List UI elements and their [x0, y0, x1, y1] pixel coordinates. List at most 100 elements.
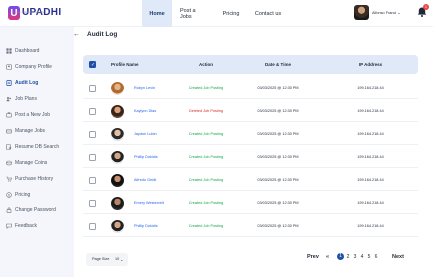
action-text: Created Job Posting: [188, 86, 224, 90]
sidebar-item-pricing[interactable]: $ Pricing: [6, 190, 30, 200]
row-checkbox[interactable]: [89, 154, 96, 161]
top-header: U UPADHI Your bridge to excellence Home …: [0, 0, 433, 27]
select-all-checkbox[interactable]: [89, 61, 96, 68]
ip-address: 199.164.218.44: [357, 178, 384, 182]
table-row: Phillip Dokidis Created Job Posting 03/0…: [83, 147, 418, 168]
sidebar-item-feedback[interactable]: Feedback: [6, 221, 37, 231]
page-2-button[interactable]: 2: [345, 254, 351, 260]
sidebar-item-manage-jobs[interactable]: Manage Jobs: [6, 126, 45, 136]
date-time: 03/03/2025 @ 12:30 PM: [257, 178, 299, 182]
nav-post-jobs[interactable]: Post a Jobs: [172, 0, 216, 27]
pricing-icon: $: [6, 192, 12, 198]
avatar: [111, 174, 124, 187]
profile-name[interactable]: Phillip Dokidis: [134, 224, 158, 228]
sidebar-item-label: Feedback: [15, 223, 37, 229]
nav-pricing[interactable]: Pricing: [216, 0, 246, 27]
back-arrow-icon[interactable]: ←: [73, 31, 80, 38]
main-nav: Home Post a Jobs Pricing Contact us: [142, 0, 290, 27]
sidebar-item-company-profile[interactable]: Company Profile: [6, 62, 52, 72]
sidebar-item-label: Post a New Job: [15, 112, 51, 118]
action-text: Created Job Posting: [188, 178, 224, 182]
profile-name[interactable]: Jaydon Lubin: [134, 132, 157, 136]
purchase-history-icon: [6, 176, 12, 182]
row-checkbox[interactable]: [89, 177, 96, 184]
sidebar-item-label: Change Password: [15, 207, 56, 213]
row-checkbox[interactable]: [89, 200, 96, 207]
user-menu[interactable]: Alfonso Franci ⌄: [354, 5, 401, 20]
table-row: Robyn Levin Created Job Posting 03/03/20…: [83, 78, 418, 99]
profile-icon: [6, 64, 12, 70]
profile-name[interactable]: Robyn Levin: [134, 86, 155, 90]
table-row: Emery Westervelt Created Job Posting 03/…: [83, 193, 418, 214]
sidebar-item-resume-db-search[interactable]: Resume DB Search: [6, 142, 59, 152]
column-action[interactable]: Action: [183, 55, 229, 74]
profile-name[interactable]: Alfredo Geidt: [134, 178, 156, 182]
post-job-icon: [6, 112, 12, 118]
column-ip-address[interactable]: IP Address: [348, 55, 393, 74]
sidebar-item-label: Purchase History: [15, 176, 54, 182]
ip-address: 199.164.218.44: [357, 224, 384, 228]
user-name: Alfonso Franci: [372, 10, 397, 15]
table-row: Phillip Dokidis Created Job Posting 03/0…: [83, 216, 418, 237]
avatar: [111, 220, 124, 233]
profile-name[interactable]: Phillip Dokidis: [134, 155, 158, 159]
profile-name[interactable]: Emery Westervelt: [134, 201, 164, 205]
next-page-button[interactable]: Next: [392, 254, 404, 260]
ip-address: 199.164.218.44: [357, 155, 384, 159]
lock-icon: [6, 207, 12, 213]
row-checkbox[interactable]: [89, 108, 96, 115]
date-time: 03/03/2025 @ 12:30 PM: [257, 155, 299, 159]
audit-log-icon: [6, 80, 12, 86]
page-size-select[interactable]: Page Size 10 ⌄: [86, 253, 128, 266]
ip-address: 199.164.218.44: [357, 201, 384, 205]
first-page-button[interactable]: «: [326, 254, 329, 260]
column-profile-name[interactable]: Profile Name: [111, 55, 139, 74]
sidebar-item-label: Manage Coins: [15, 160, 48, 166]
sidebar-item-change-password[interactable]: Change Password: [6, 205, 56, 215]
chevron-down-icon: ⌄: [397, 10, 401, 15]
date-time: 03/03/2025 @ 12:30 PM: [257, 224, 299, 228]
page-6-button[interactable]: 6: [373, 254, 379, 260]
date-time: 03/03/2025 @ 12:30 PM: [257, 86, 299, 90]
sidebar-item-job-plans[interactable]: Job Plans: [6, 94, 37, 104]
sidebar-item-label: Dashboard: [15, 48, 40, 54]
nav-home[interactable]: Home: [142, 0, 172, 27]
user-avatar: [354, 5, 369, 20]
action-text: Created Job Posting: [188, 155, 224, 159]
notification-badge: 1: [423, 4, 429, 10]
row-checkbox[interactable]: [89, 85, 96, 92]
page-4-button[interactable]: 4: [359, 254, 365, 260]
ip-address: 199.164.218.44: [357, 109, 384, 113]
sidebar-item-manage-coins[interactable]: Manage Coins: [6, 158, 47, 168]
page-title: Audit Log: [87, 31, 118, 38]
page-5-button[interactable]: 5: [366, 254, 372, 260]
prev-page-button[interactable]: Prev: [307, 254, 319, 260]
sidebar-item-audit-log[interactable]: Audit Log: [6, 78, 38, 88]
row-checkbox[interactable]: [89, 131, 96, 138]
grid-icon: [6, 48, 12, 54]
sidebar-item-label: Resume DB Search: [15, 144, 60, 150]
date-time: 03/03/2025 @ 12:30 PM: [257, 109, 299, 113]
job-plans-icon: [6, 97, 11, 102]
row-checkbox[interactable]: [89, 223, 96, 230]
table-header-row: Profile Name Action Date & Time IP Addre…: [83, 55, 418, 74]
action-text: Created Job Posting: [188, 201, 224, 205]
sidebar-item-post-new-job[interactable]: Post a New Job: [6, 110, 50, 120]
page-3-button[interactable]: 3: [352, 254, 358, 260]
date-time: 03/03/2025 @ 12:30 PM: [257, 201, 299, 205]
sidebar-item-purchase-history[interactable]: Purchase History: [6, 174, 53, 184]
sidebar-item-dashboard[interactable]: Dashboard: [6, 46, 39, 56]
coins-icon: [6, 160, 12, 166]
table-row: Alfredo Geidt Created Job Posting 03/03/…: [83, 170, 418, 191]
column-date-time[interactable]: Date & Time: [248, 55, 308, 74]
nav-contact-us[interactable]: Contact us: [246, 0, 290, 27]
page-1-button[interactable]: 1: [337, 253, 344, 260]
date-time: 03/03/2025 @ 12:30 PM: [257, 132, 299, 136]
avatar: [111, 197, 124, 210]
action-text: Deleted Job Posting: [189, 109, 223, 113]
avatar: [111, 151, 124, 164]
sidebar-item-label: Job Plans: [15, 96, 37, 102]
profile-name[interactable]: Kaylynn Dias: [134, 109, 156, 113]
resume-search-icon: [6, 144, 12, 150]
sidebar-item-label: Company Profile: [15, 64, 52, 70]
